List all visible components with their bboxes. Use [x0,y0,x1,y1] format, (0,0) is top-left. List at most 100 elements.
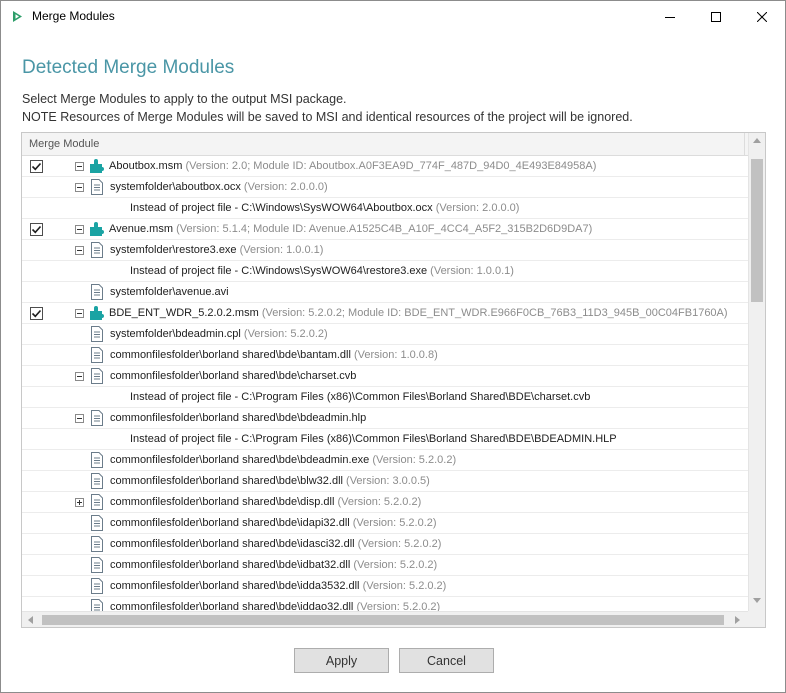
vertical-scroll-thumb[interactable] [751,159,763,302]
row-name: commonfilesfolder\borland shared\bde\dis… [110,496,335,508]
module-row[interactable]: Aboutbox.msm (Version: 2.0; Module ID: A… [22,156,748,177]
row-name: commonfilesfolder\borland shared\bde\ida… [110,538,355,550]
module-checkbox[interactable] [30,160,43,173]
file-row[interactable]: commonfilesfolder\borland shared\bde\ida… [22,534,748,555]
file-row[interactable]: commonfilesfolder\borland shared\bde\cha… [22,366,748,387]
row-name: Instead of project file - C:\Windows\Sys… [130,202,433,214]
maximize-button[interactable] [693,1,739,32]
row-version: (Version: 5.2.0.2) [243,328,328,340]
row-version: (Version: 5.1.4; Module ID: Avenue.A1525… [176,223,593,235]
collapse-toggle-icon[interactable] [75,225,84,234]
page-title: Detected Merge Modules [22,57,235,78]
close-button[interactable] [739,1,785,32]
file-icon [91,452,103,468]
row-name: commonfilesfolder\borland shared\bde\ban… [110,349,351,361]
scroll-down-icon[interactable] [753,598,761,603]
row-label: systemfolder\bdeadmin.cpl (Version: 5.2.… [110,328,328,340]
conflict-note-row[interactable]: Instead of project file - C:\Windows\Sys… [22,198,748,219]
module-checkbox[interactable] [30,307,43,320]
row-name: commonfilesfolder\borland shared\bde\idd… [110,580,360,592]
row-version: (Version: 2.0.0.0) [243,181,328,193]
scroll-up-icon[interactable] [753,138,761,143]
file-icon [91,473,103,489]
file-icon [91,242,103,258]
collapse-toggle-icon[interactable] [75,309,84,318]
row-name: Instead of project file - C:\Program Fil… [130,433,617,445]
module-row[interactable]: BDE_ENT_WDR_5.2.0.2.msm (Version: 5.2.0.… [22,303,748,324]
row-label: Instead of project file - C:\Program Fil… [130,391,590,403]
row-label: commonfilesfolder\borland shared\bde\dis… [110,496,421,508]
horizontal-scrollbar[interactable] [22,611,748,627]
module-row[interactable]: Avenue.msm (Version: 5.1.4; Module ID: A… [22,219,748,240]
collapse-toggle-icon[interactable] [75,372,84,381]
row-name: Instead of project file - C:\Windows\Sys… [130,265,428,277]
scroll-right-icon[interactable] [735,616,740,624]
file-row[interactable]: systemfolder\avenue.avi [22,282,748,303]
row-version: (Version: 3.0.0.5) [346,475,430,487]
file-row[interactable]: commonfilesfolder\borland shared\bde\ida… [22,513,748,534]
row-version: (Version: 1.0.0.8) [353,349,438,361]
row-label: BDE_ENT_WDR_5.2.0.2.msm (Version: 5.2.0.… [109,307,728,319]
row-label: commonfilesfolder\borland shared\bde\bde… [110,412,366,424]
scrollbar-corner [748,611,765,627]
file-icon [91,410,103,426]
row-label: systemfolder\avenue.avi [110,286,229,298]
merge-modules-dialog: Merge Modules Detected Merge Modules Sel… [0,0,786,693]
puzzle-piece-icon [90,222,106,236]
row-name: Aboutbox.msm [109,160,183,172]
collapse-toggle-icon[interactable] [75,246,84,255]
column-header-merge-module[interactable]: Merge Module [22,133,745,156]
row-name: commonfilesfolder\borland shared\bde\cha… [110,370,357,382]
vertical-scrollbar[interactable] [748,133,765,611]
row-name: systemfolder\bdeadmin.cpl [110,328,241,340]
row-label: Avenue.msm (Version: 5.1.4; Module ID: A… [109,223,592,235]
row-version: (Version: 5.2.0.2) [357,538,442,550]
row-label: systemfolder\restore3.exe (Version: 1.0.… [110,244,323,256]
row-label: Aboutbox.msm (Version: 2.0; Module ID: A… [109,160,596,172]
row-name: Instead of project file - C:\Program Fil… [130,391,591,403]
cancel-button[interactable]: Cancel [399,648,494,673]
app-logo-icon [11,10,24,23]
file-row[interactable]: commonfilesfolder\borland shared\bde\idd… [22,597,748,611]
row-version: (Version: 2.0; Module ID: Aboutbox.A0F3E… [185,160,597,172]
file-icon [91,599,103,611]
title-bar[interactable]: Merge Modules [1,1,785,32]
module-checkbox[interactable] [30,223,43,236]
row-name: commonfilesfolder\borland shared\bde\idd… [110,601,354,611]
row-version: (Version: 5.2.0.2) [352,517,437,529]
file-row[interactable]: systemfolder\aboutbox.ocx (Version: 2.0.… [22,177,748,198]
expand-toggle-icon[interactable] [75,498,84,507]
minimize-button[interactable] [647,1,693,32]
collapse-toggle-icon[interactable] [75,183,84,192]
file-row[interactable]: commonfilesfolder\borland shared\bde\idb… [22,555,748,576]
file-row[interactable]: systemfolder\restore3.exe (Version: 1.0.… [22,240,748,261]
file-row[interactable]: commonfilesfolder\borland shared\bde\bde… [22,408,748,429]
row-label: commonfilesfolder\borland shared\bde\idd… [110,601,440,611]
row-version: (Version: 2.0.0.0) [435,202,520,214]
row-name: commonfilesfolder\borland shared\bde\blw… [110,475,343,487]
file-row[interactable]: commonfilesfolder\borland shared\bde\bde… [22,450,748,471]
conflict-note-row[interactable]: Instead of project file - C:\Program Fil… [22,429,748,450]
horizontal-scroll-thumb[interactable] [42,615,724,625]
file-row[interactable]: commonfilesfolder\borland shared\bde\ban… [22,345,748,366]
collapse-toggle-icon[interactable] [75,162,84,171]
row-name: Avenue.msm [109,223,173,235]
row-name: commonfilesfolder\borland shared\bde\bde… [110,454,370,466]
file-icon [91,284,103,300]
file-row[interactable]: commonfilesfolder\borland shared\bde\idd… [22,576,748,597]
scroll-left-icon[interactable] [28,616,33,624]
conflict-note-row[interactable]: Instead of project file - C:\Windows\Sys… [22,261,748,282]
apply-button[interactable]: Apply [294,648,389,673]
file-row[interactable]: commonfilesfolder\borland shared\bde\dis… [22,492,748,513]
conflict-note-row[interactable]: Instead of project file - C:\Program Fil… [22,387,748,408]
file-icon [91,368,103,384]
file-icon [91,536,103,552]
row-name: commonfilesfolder\borland shared\bde\bde… [110,412,367,424]
collapse-toggle-icon[interactable] [75,414,84,423]
file-row[interactable]: commonfilesfolder\borland shared\bde\blw… [22,471,748,492]
row-label: commonfilesfolder\borland shared\bde\ida… [110,538,441,550]
file-row[interactable]: systemfolder\bdeadmin.cpl (Version: 5.2.… [22,324,748,345]
grid-header: Merge Module [22,133,748,156]
row-label: commonfilesfolder\borland shared\bde\cha… [110,370,356,382]
file-icon [91,557,103,573]
